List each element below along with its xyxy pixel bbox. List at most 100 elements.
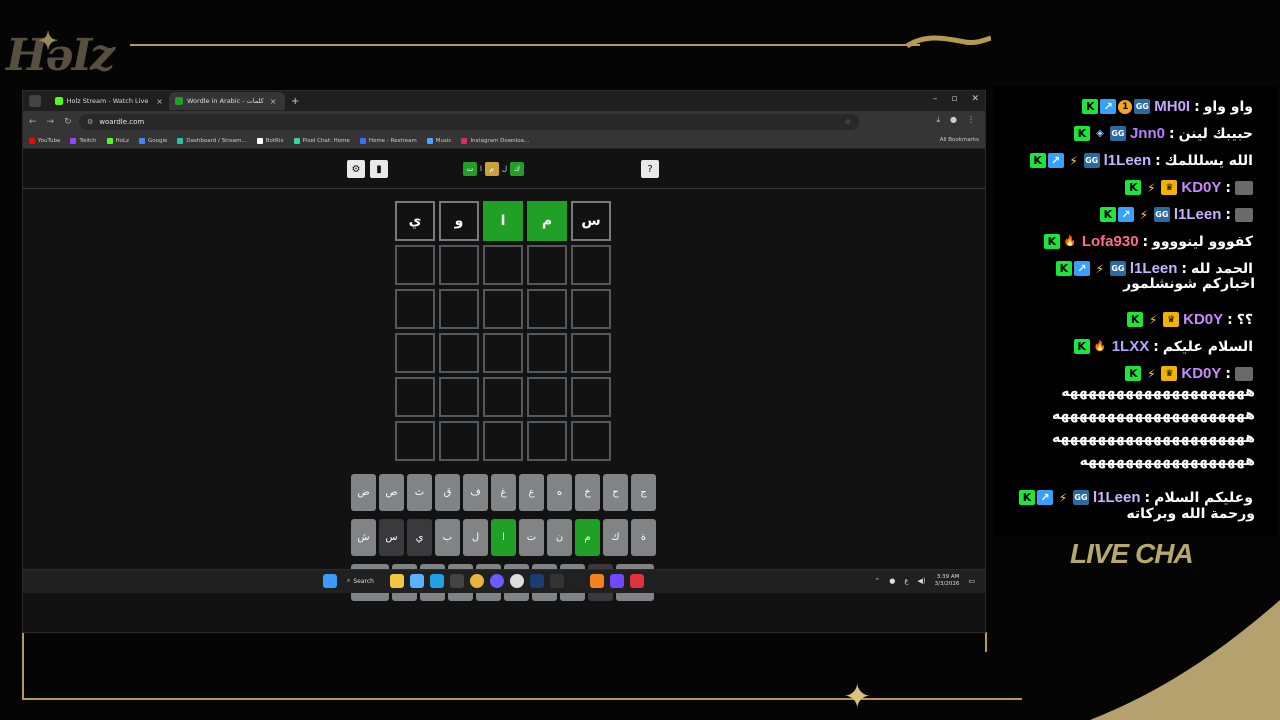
calculator-icon[interactable]	[550, 574, 564, 588]
board-tile	[527, 377, 567, 417]
chat-text: الله يسلللمك	[1164, 152, 1253, 169]
maximize-icon[interactable]: ▫	[951, 94, 957, 104]
site-info-icon[interactable]: ⚙	[87, 118, 93, 126]
app3-icon[interactable]	[630, 574, 644, 588]
close-icon[interactable]: ×	[156, 97, 163, 106]
keyboard-key[interactable]: ا	[491, 519, 516, 556]
keyboard-key[interactable]: م	[575, 519, 600, 556]
chat-username[interactable]: KD0Y	[1181, 179, 1221, 196]
bookmark-item[interactable]: YouTube	[29, 137, 60, 144]
new-tab-button[interactable]: +	[291, 96, 299, 107]
notification-icon[interactable]: ▭	[968, 577, 975, 585]
chat-text: الحمد لله	[1191, 260, 1253, 277]
bookmark-item[interactable]: Home - Restream	[359, 137, 417, 144]
language-indicator[interactable]: ع	[904, 577, 908, 585]
keyboard-key[interactable]: س	[379, 519, 404, 556]
help-button[interactable]: ?	[641, 160, 659, 178]
bookmark-item[interactable]: BotRix	[256, 137, 284, 144]
game-board: يوامس	[395, 201, 611, 461]
stats-button[interactable]: ▮	[370, 160, 388, 178]
bookmark-item[interactable]: Dashboard / Stream...	[177, 137, 247, 144]
lightning-badge-icon: ⚡	[1069, 153, 1078, 168]
chat-username[interactable]: Jnn0	[1130, 125, 1165, 142]
obs-icon[interactable]	[510, 574, 524, 588]
minimize-icon[interactable]: –	[933, 94, 938, 104]
keyboard-key[interactable]: غ	[491, 474, 516, 511]
taskbar-search[interactable]: ⌕ Search	[347, 577, 374, 585]
bookmark-star-icon[interactable]: ☆	[845, 118, 851, 126]
kick-badge-icon: K	[1125, 366, 1142, 381]
keyboard-key[interactable]: ح	[603, 474, 628, 511]
keyboard-key[interactable]: ت	[519, 519, 544, 556]
chat-username[interactable]: KD0Y	[1181, 365, 1221, 382]
chat-username[interactable]: l1Leen	[1130, 260, 1178, 277]
keyboard-key[interactable]: ل	[463, 519, 488, 556]
bookmark-item[interactable]: Pixel Chat: Home	[293, 137, 350, 144]
badge-group: K ↗ ⚡ GG	[1055, 261, 1126, 276]
tab-wordle[interactable]: Wordle in Arabic - كلمات ×	[169, 92, 285, 110]
back-icon[interactable]: ←	[29, 117, 37, 127]
steam-icon[interactable]	[530, 574, 544, 588]
profile-icon[interactable]	[29, 95, 41, 107]
frame-right-line	[985, 632, 987, 652]
close-icon[interactable]: ×	[270, 97, 277, 106]
keyboard-key[interactable]: ة	[631, 519, 656, 556]
keyboard-key[interactable]: ه	[547, 474, 572, 511]
chrome-icon[interactable]	[470, 574, 484, 588]
edge-icon[interactable]	[430, 574, 444, 588]
keyboard-key[interactable]: ب	[435, 519, 460, 556]
keyboard-key[interactable]: ع	[519, 474, 544, 511]
tab-holz-stream[interactable]: Holz Stream - Watch Live on Ki ×	[49, 92, 169, 110]
trending-badge-icon: ↗	[1073, 261, 1090, 276]
chat-username[interactable]: Lofa930	[1082, 233, 1139, 250]
keyboard-key[interactable]: ج	[631, 474, 656, 511]
chat-message: السلام عليكم:1LXX K 🔥	[993, 338, 1253, 355]
keyboard-key[interactable]: ن	[547, 519, 572, 556]
keyboard-key[interactable]: ض	[351, 474, 376, 511]
forward-icon[interactable]: →	[47, 117, 55, 127]
address-bar[interactable]: ⚙ woardle.com ☆	[79, 114, 859, 130]
volume-icon[interactable]: ◀)	[918, 577, 926, 585]
bookmark-item[interactable]: Instagram Downloa...	[461, 137, 529, 144]
store-icon[interactable]	[410, 574, 424, 588]
vlc-icon[interactable]	[590, 574, 604, 588]
chat-username[interactable]: KD0Y	[1183, 311, 1223, 328]
chat-username[interactable]: l1Leen	[1174, 206, 1222, 223]
capcut-icon[interactable]	[570, 574, 584, 588]
chat-text: كفووو لينوووو	[1152, 233, 1253, 250]
bookmark-label: HoLz	[115, 137, 129, 144]
all-bookmarks[interactable]: All Bookmarks	[940, 137, 979, 143]
chat-username[interactable]: l1Leen	[1093, 489, 1141, 506]
keyboard-key[interactable]: ص	[379, 474, 404, 511]
keyboard-key[interactable]: ي	[407, 519, 432, 556]
account-icon[interactable]: ●	[950, 115, 957, 125]
keyboard-key[interactable]: ك	[603, 519, 628, 556]
bookmark-icon	[293, 137, 300, 144]
menu-icon[interactable]: ⋮	[967, 115, 975, 125]
download-icon[interactable]: ⤓	[936, 115, 940, 125]
chat-username[interactable]: MH0I	[1154, 98, 1190, 115]
keyboard-key[interactable]: ق	[435, 474, 460, 511]
close-window-icon[interactable]: ✕	[971, 94, 979, 104]
keyboard-key[interactable]: ش	[351, 519, 376, 556]
chevron-up-icon[interactable]: ⌃	[874, 577, 880, 585]
board-tile: م	[527, 201, 567, 241]
bookmark-item[interactable]: Twitch	[70, 137, 97, 144]
app2-icon[interactable]	[610, 574, 624, 588]
clock[interactable]: 3:39 AM 3/3/2026	[935, 574, 960, 588]
app-icon[interactable]	[450, 574, 464, 588]
mic-icon[interactable]: ●	[889, 577, 895, 585]
keyboard-key[interactable]: ث	[407, 474, 432, 511]
settings-button[interactable]: ⚙	[347, 160, 365, 178]
discord-icon[interactable]	[490, 574, 504, 588]
bookmark-item[interactable]: Google	[138, 137, 167, 144]
keyboard-key[interactable]: ف	[463, 474, 488, 511]
keyboard-key[interactable]: خ	[575, 474, 600, 511]
chat-username[interactable]: l1Leen	[1104, 152, 1152, 169]
bookmark-item[interactable]: Music	[426, 137, 451, 144]
chat-username[interactable]: 1LXX	[1112, 338, 1150, 355]
file-explorer-icon[interactable]	[390, 574, 404, 588]
start-icon[interactable]	[323, 574, 337, 588]
reload-icon[interactable]: ↻	[64, 117, 72, 127]
bookmark-item[interactable]: HoLz	[106, 137, 129, 144]
